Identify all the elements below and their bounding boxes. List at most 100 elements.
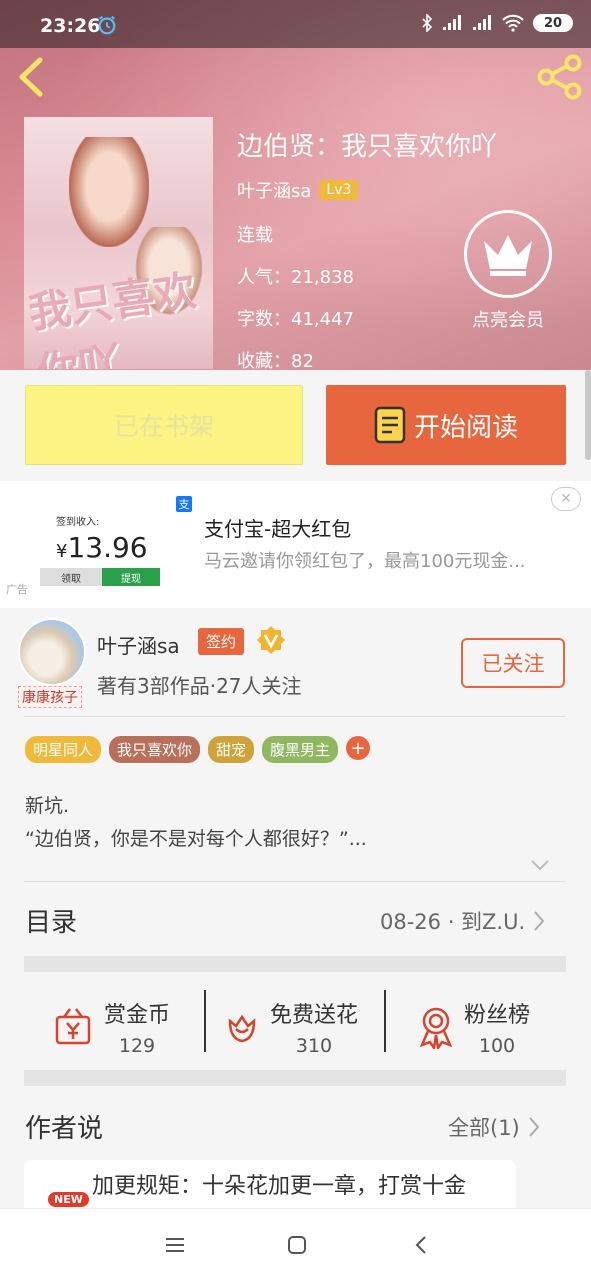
book-author[interactable]: 叶子涵sa [237, 177, 311, 203]
fans-ranking[interactable]: 粉丝榜 100 [416, 982, 530, 1072]
divider [24, 881, 566, 882]
book-description[interactable]: 新坑. “边伯贤，你是不是对每个人都很好？”... [25, 790, 367, 856]
words-label: 字数： [237, 309, 291, 330]
signal-icon-2 [473, 15, 491, 30]
ad-image: 签到收入: ¥13.96 领取 提现 支 [34, 491, 192, 593]
coin-bag-icon [55, 1008, 91, 1045]
book-popularity: 人气：21,838 [237, 263, 497, 289]
section-gap [24, 956, 566, 972]
fans-ranking-value: 100 [478, 1035, 516, 1057]
level-badge: Lv3 [319, 180, 359, 200]
chevron-down-icon[interactable] [530, 858, 550, 872]
add-tag-icon[interactable]: + [346, 736, 371, 760]
stat-separator [384, 990, 386, 1052]
verified-v-icon [257, 626, 285, 654]
ad-receive: 领取 [40, 568, 102, 586]
description-line-1: 新坑. [25, 795, 70, 817]
back-nav-icon[interactable] [410, 1233, 434, 1257]
ad-banner[interactable]: 签到收入: ¥13.96 领取 提现 支 广告 支付宝-超大红包 马云邀请你领红… [0, 481, 591, 608]
scrollbar[interactable] [585, 370, 591, 460]
popularity-value: 21,838 [291, 267, 354, 288]
book-author-row: 叶子涵sa Lv3 [237, 177, 497, 203]
author-section: 康康孩子 叶子涵sa 签约 著有3部作品·27人关注 已关注 明星同人 我只喜欢… [0, 608, 591, 1220]
description-line-2: “边伯贤，你是不是对每个人都很好？”... [25, 828, 367, 850]
avatar-tag: 康康孩子 [18, 686, 82, 708]
in-bookshelf-button[interactable]: 已在书架 [25, 385, 303, 465]
tag-item[interactable]: 明星同人 [25, 736, 102, 763]
ad-amount-value: 13.96 [67, 531, 148, 564]
menu-icon[interactable] [163, 1233, 187, 1257]
author-notes-all[interactable]: 全部(1) [448, 1112, 540, 1142]
section-gap [24, 1070, 566, 1086]
ad-tag: 广告 [6, 583, 28, 596]
crown-icon [484, 235, 532, 276]
reward-coins-value: 129 [118, 1035, 156, 1057]
favorites-value: 82 [291, 351, 314, 372]
toc-latest[interactable]: 08-26 · 到Z.U. [380, 906, 545, 936]
chevron-right-icon [534, 911, 545, 931]
flower-icon [228, 1014, 256, 1043]
alarm-icon [98, 15, 116, 35]
ad-sign-label: 签到收入: [56, 517, 100, 528]
book-word-count: 字数：41,447 [237, 305, 497, 331]
author-meta: 著有3部作品·27人关注 [97, 674, 302, 698]
share-icon[interactable] [537, 54, 583, 100]
tag-item[interactable]: 我只喜欢你 [109, 736, 201, 763]
tag-list: 明星同人 我只喜欢你 甜宠 腹黑男主 + [25, 736, 371, 763]
ad-title: 支付宝-超大红包 [204, 517, 352, 541]
free-flowers[interactable]: 免费送花 310 [222, 982, 358, 1072]
ad-close-icon[interactable]: ✕ [551, 487, 581, 511]
status-bar: 23:26 20 [0, 0, 591, 48]
reward-coins-label: 赏金币 [104, 1003, 171, 1028]
signal-icon-1 [443, 15, 461, 30]
free-flowers-value: 310 [295, 1035, 333, 1057]
ad-amount: ¥13.96 [56, 531, 148, 564]
home-icon[interactable] [285, 1233, 309, 1257]
cover-title-art: 我只喜欢你吖 [25, 265, 199, 369]
ad-subtitle: 马云邀请你领红包了，最高100元现金... [204, 551, 526, 572]
fans-ranking-label: 粉丝榜 [464, 1003, 531, 1028]
book-icon [374, 406, 406, 444]
reward-coins[interactable]: 赏金币 129 [52, 982, 170, 1072]
bluetooth-icon [422, 14, 433, 32]
stat-separator [204, 990, 206, 1052]
author-notes-title: 作者说 [25, 1114, 104, 1144]
author-name[interactable]: 叶子涵sa [97, 630, 180, 659]
start-reading-button[interactable]: 开始阅读 [326, 385, 566, 465]
book-status: 连载 [237, 225, 273, 246]
signed-badge: 签约 [198, 628, 245, 655]
tag-item[interactable]: 腹黑男主 [262, 736, 339, 763]
system-nav-bar [0, 1208, 591, 1280]
tag-item[interactable]: 甜宠 [208, 736, 255, 763]
start-reading-label: 开始阅读 [413, 412, 518, 443]
alipay-icon: 支 [176, 496, 192, 512]
toc-title[interactable]: 目录 [25, 902, 77, 939]
vip-label[interactable]: 点亮会员 [462, 306, 554, 332]
favorites-label: 收藏： [237, 351, 291, 372]
book-title: 边伯贤：我只喜欢你吖 [237, 132, 498, 162]
popularity-label: 人气： [237, 267, 291, 288]
book-favorites: 收藏：82 [237, 347, 497, 373]
wifi-icon [502, 14, 524, 32]
book-detail-page: 23:26 20 我只喜欢你吖 边伯贤：我只喜欢你吖 叶子涵sa Lv3 连载 … [0, 0, 591, 1280]
chevron-right-icon [529, 1117, 540, 1137]
ad-withdraw: 提现 [102, 568, 160, 586]
words-value: 41,447 [291, 309, 354, 330]
book-cover[interactable]: 我只喜欢你吖 [24, 117, 213, 369]
new-badge: NEW [48, 1192, 89, 1207]
medal-icon [419, 1007, 453, 1049]
divider [24, 716, 566, 717]
free-flowers-label: 免费送花 [270, 1003, 359, 1028]
author-avatar[interactable] [18, 618, 86, 686]
ad-currency: ¥ [56, 541, 68, 562]
author-notes-all-label: 全部(1) [448, 1116, 520, 1140]
status-time: 23:26 [40, 15, 101, 37]
vip-button[interactable] [464, 210, 552, 298]
back-arrow-icon[interactable] [14, 56, 50, 98]
followed-button[interactable]: 已关注 [461, 638, 565, 688]
battery-indicator: 20 [533, 14, 573, 32]
toc-latest-label: 08-26 · 到Z.U. [380, 910, 526, 934]
author-note-text: 加更规矩：十朵花加更一章，打赏十金 [92, 1174, 467, 1199]
stats-row: 赏金币 129 免费送花 310 粉丝榜 100 [24, 982, 566, 1072]
book-info: 边伯贤：我只喜欢你吖 叶子涵sa Lv3 连载 人气：21,838 字数：41,… [237, 126, 497, 389]
